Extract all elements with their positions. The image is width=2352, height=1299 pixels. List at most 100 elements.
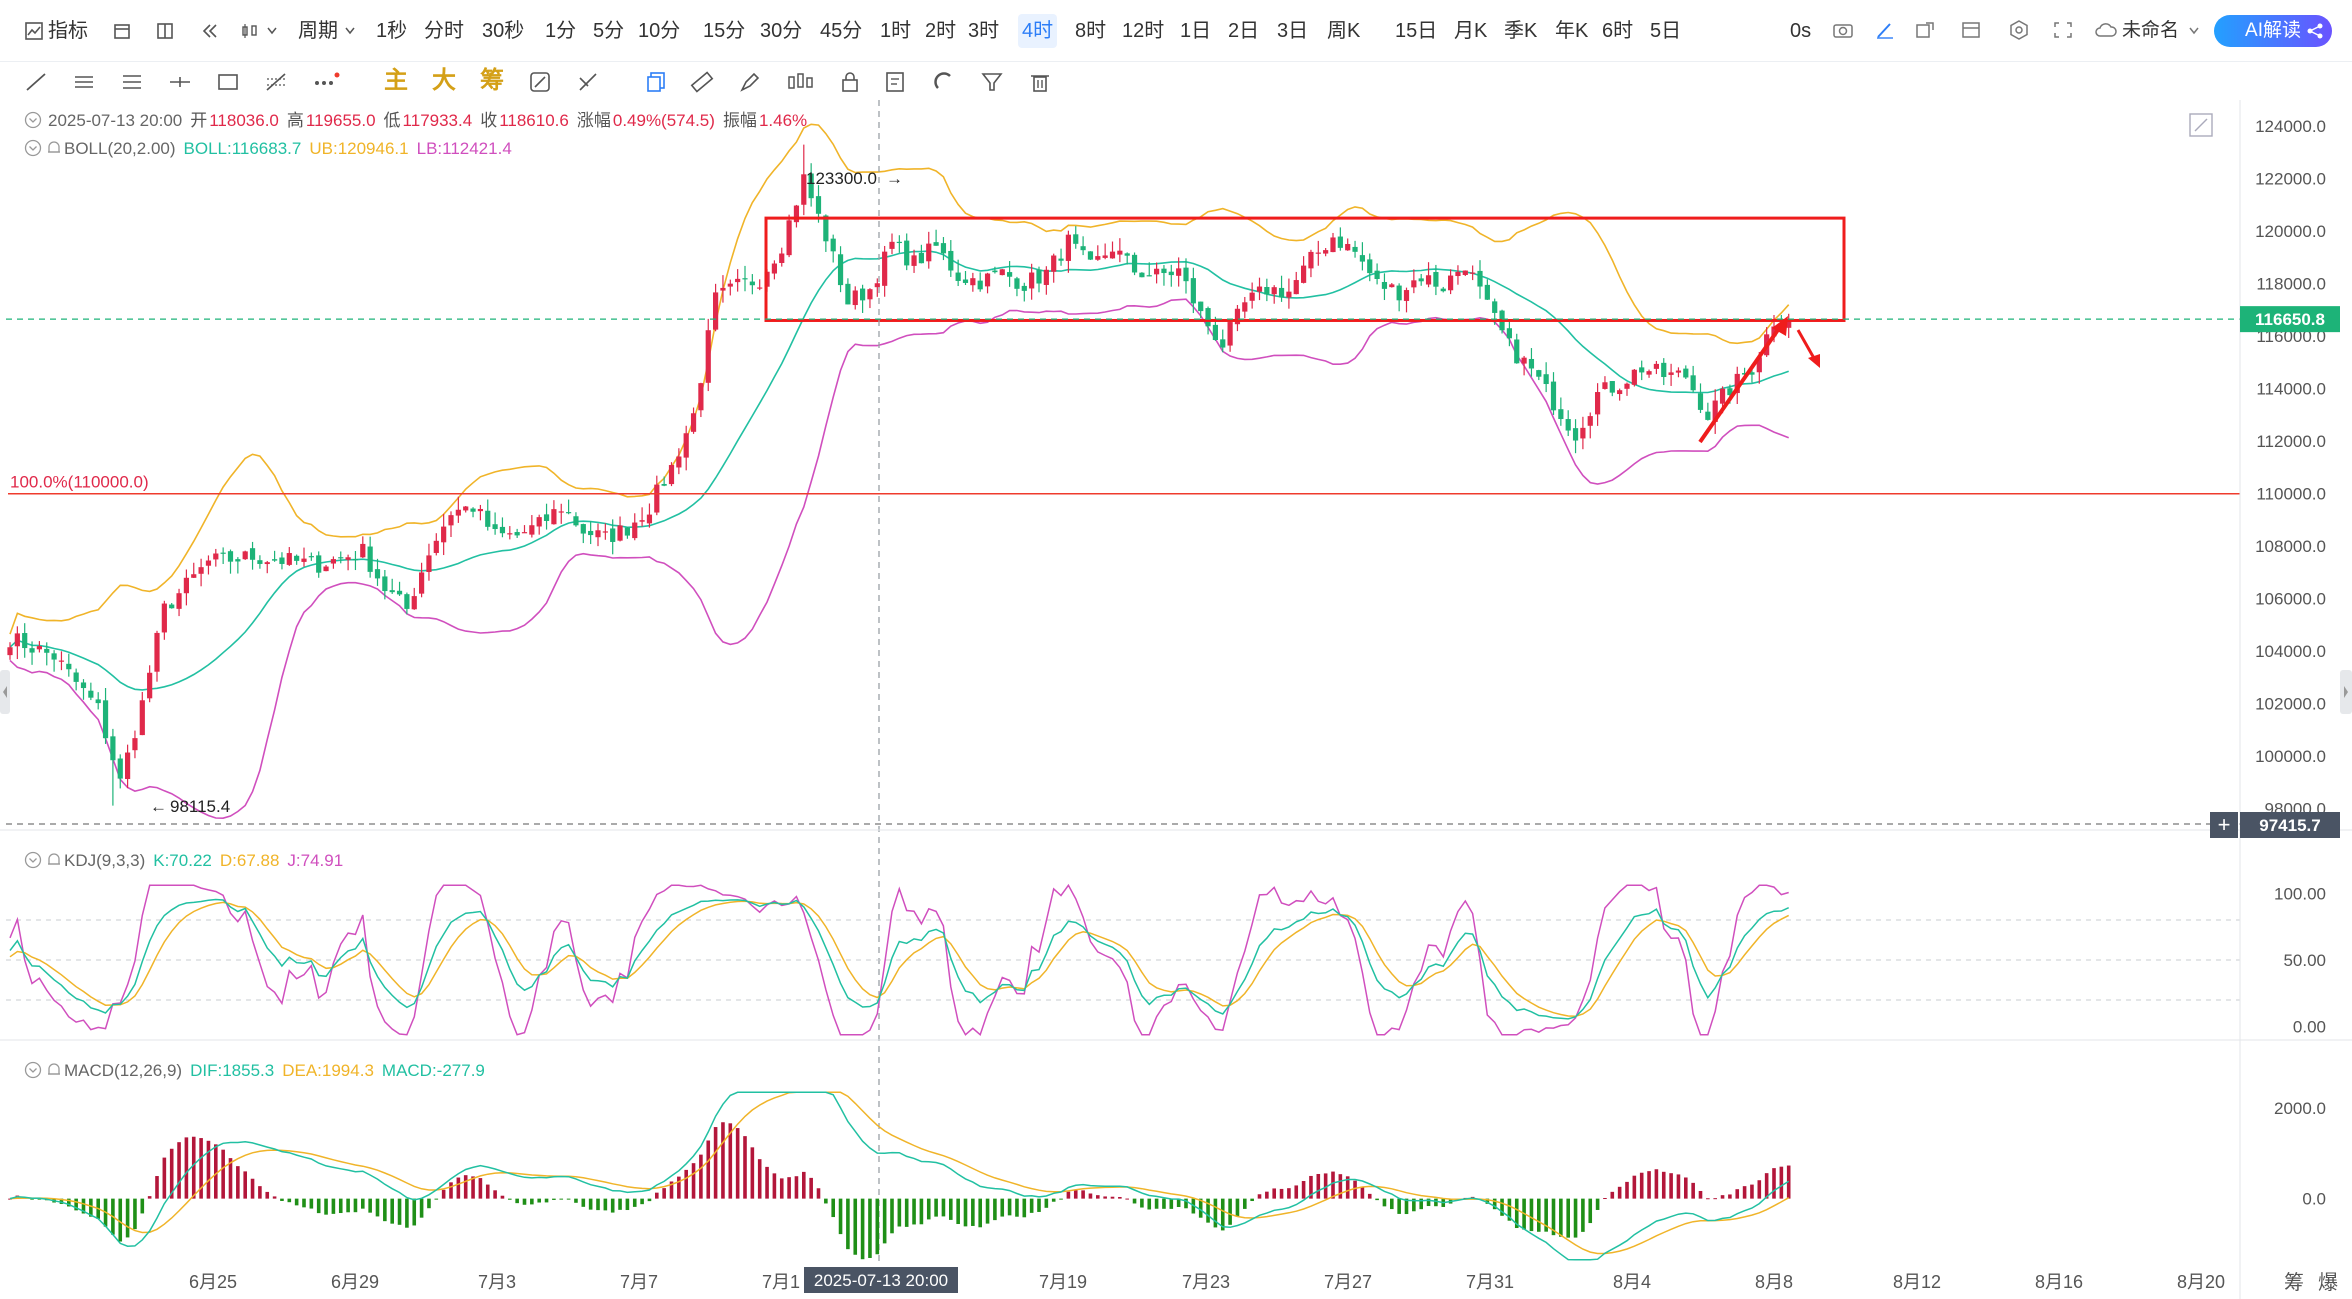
- macd-bar: [941, 1198, 946, 1217]
- period-5[interactable]: 10分: [634, 14, 684, 48]
- channel-tool-icon[interactable]: [120, 70, 144, 94]
- period-0[interactable]: 1秒: [372, 14, 411, 48]
- period-21[interactable]: 季K: [1500, 14, 1541, 48]
- line-tool-icon[interactable]: [24, 70, 48, 94]
- highlighter-icon[interactable]: [738, 70, 762, 94]
- indicator-icon[interactable]: [24, 21, 44, 41]
- period-1[interactable]: 分时: [420, 14, 468, 48]
- macd-bar: [919, 1198, 924, 1225]
- candle-body: [786, 220, 792, 256]
- cloud-icon[interactable]: [2094, 20, 2118, 40]
- chip-badge[interactable]: 筹: [2284, 1271, 2304, 1294]
- period-24[interactable]: 5日: [1646, 14, 1685, 48]
- ruler-icon[interactable]: [690, 70, 714, 94]
- candle-body: [1697, 393, 1704, 410]
- candle-body: [1183, 267, 1189, 282]
- collapse-legend-icon[interactable]: [24, 851, 42, 869]
- template-icon[interactable]: [1960, 20, 1982, 40]
- candles-icon[interactable]: [786, 70, 814, 94]
- period-6[interactable]: 15分: [699, 14, 749, 48]
- settings-icon[interactable]: [2008, 19, 2030, 41]
- camera-icon[interactable]: [1832, 20, 1854, 40]
- candle-body: [389, 590, 395, 593]
- segment-tool-icon[interactable]: [168, 70, 192, 94]
- chevron-down-icon[interactable]: [266, 26, 278, 36]
- share-icon[interactable]: [2306, 22, 2324, 40]
- pen-icon[interactable]: [1874, 20, 1896, 40]
- kline-chart[interactable]: 100.0%(110000.0) 123300.0 → ← 98115.4 12…: [0, 100, 2352, 1299]
- lock-icon[interactable]: [838, 70, 862, 94]
- macd-bar: [1007, 1198, 1012, 1216]
- period-12[interactable]: 4时: [1018, 14, 1058, 48]
- burst-badge[interactable]: 爆: [2318, 1271, 2338, 1294]
- macd-dif-line: [9, 1091, 1790, 1261]
- amp-label: 振幅: [722, 111, 757, 130]
- filter-icon[interactable]: [980, 70, 1004, 94]
- period-23[interactable]: 6时: [1598, 14, 1637, 48]
- calendar-icon[interactable]: [112, 21, 132, 41]
- hline-tool-icon[interactable]: [72, 70, 96, 94]
- big-chip-button[interactable]: 大: [432, 64, 456, 98]
- macd-bar: [191, 1136, 196, 1199]
- edit-icon[interactable]: [528, 70, 552, 94]
- fullscreen-icon[interactable]: [2052, 20, 2074, 40]
- macd-bar: [1691, 1182, 1695, 1199]
- expand-icon[interactable]: [2189, 113, 2213, 137]
- candle-type-icon[interactable]: [240, 21, 260, 41]
- candle-body: [279, 557, 285, 564]
- collapse-legend-icon[interactable]: [24, 139, 42, 157]
- period-10[interactable]: 2时: [921, 14, 960, 48]
- collapse-left-icon[interactable]: [0, 670, 10, 714]
- collapse-legend-icon[interactable]: [24, 1061, 42, 1079]
- rewind-icon[interactable]: [200, 21, 220, 41]
- candle-body: [1242, 302, 1248, 312]
- layout-icon[interactable]: [155, 21, 175, 41]
- period-19[interactable]: 15日: [1391, 14, 1441, 48]
- period-17[interactable]: 3日: [1273, 14, 1312, 48]
- trash-icon[interactable]: [1028, 70, 1052, 94]
- candle-body: [66, 663, 72, 670]
- candle-body: [1168, 271, 1174, 276]
- alarm-icon[interactable]: [46, 851, 62, 869]
- period-13[interactable]: 8时: [1071, 14, 1110, 48]
- magnet-icon[interactable]: [932, 70, 956, 94]
- period-2[interactable]: 30秒: [478, 14, 528, 48]
- collapse-right-icon[interactable]: [2340, 670, 2352, 714]
- rect-tool-icon[interactable]: [216, 70, 240, 94]
- alarm-icon[interactable]: [46, 1061, 62, 1079]
- candle-body: [257, 560, 263, 564]
- notes-icon[interactable]: [884, 70, 908, 94]
- period-22[interactable]: 年K: [1551, 14, 1592, 48]
- brush-icon[interactable]: [576, 70, 600, 94]
- macd-bar: [809, 1177, 813, 1199]
- period-20[interactable]: 月K: [1450, 14, 1491, 48]
- period-menu-button[interactable]: 周期: [298, 14, 338, 48]
- x-tick-label: 8月8: [1755, 1272, 1793, 1292]
- period-4[interactable]: 5分: [589, 14, 628, 48]
- candle-body: [1389, 284, 1395, 288]
- period-16[interactable]: 2日: [1224, 14, 1263, 48]
- chip-distribution-button[interactable]: 筹: [480, 64, 504, 98]
- period-15[interactable]: 1日: [1176, 14, 1215, 48]
- more-tools-icon[interactable]: [312, 70, 340, 94]
- candle-body: [404, 594, 410, 609]
- alarm-icon[interactable]: [46, 139, 62, 157]
- main-chip-button[interactable]: 主: [384, 64, 408, 98]
- period-14[interactable]: 12时: [1118, 14, 1168, 48]
- period-7[interactable]: 30分: [756, 14, 806, 48]
- indicator-button[interactable]: 指标: [48, 14, 88, 48]
- resize-icon[interactable]: [1914, 20, 1936, 40]
- collapse-legend-icon[interactable]: [24, 111, 42, 129]
- period-8[interactable]: 45分: [816, 14, 866, 48]
- period-9[interactable]: 1时: [876, 14, 915, 48]
- candle-body: [815, 196, 822, 214]
- copy-icon[interactable]: [644, 70, 668, 94]
- layout-name-dropdown[interactable]: 未命名: [2122, 14, 2179, 48]
- fib-tool-icon[interactable]: [264, 70, 288, 94]
- chevron-down-icon[interactable]: [2188, 26, 2200, 36]
- period-3[interactable]: 1分: [541, 14, 580, 48]
- period-18[interactable]: 周K: [1323, 14, 1364, 48]
- period-11[interactable]: 3时: [964, 14, 1003, 48]
- countdown-label: 0s: [1790, 20, 1812, 42]
- chevron-down-icon[interactable]: [344, 26, 356, 36]
